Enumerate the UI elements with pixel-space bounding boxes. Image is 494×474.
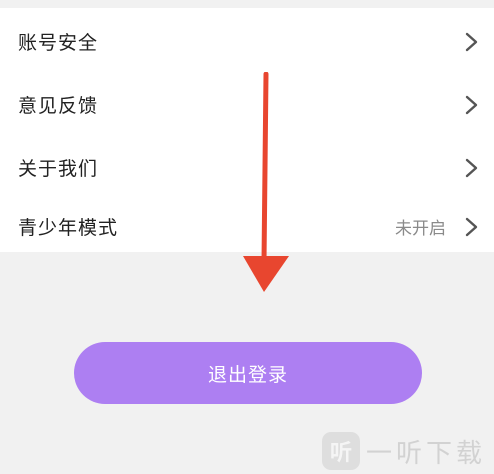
chevron-right-icon (465, 217, 478, 236)
settings-item-label: 意见反馈 (18, 95, 99, 117)
watermark: 听 一听下载 (321, 432, 486, 470)
chevron-right-icon (465, 32, 478, 51)
logout-button[interactable]: 退出登录 (74, 342, 422, 404)
teen-mode-status: 未开启 (395, 219, 446, 239)
settings-item-label: 青少年模式 (18, 217, 119, 239)
top-spacer (0, 0, 494, 8)
settings-item-label: 账号安全 (18, 32, 99, 54)
settings-item-about-us[interactable]: 关于我们 (0, 137, 494, 198)
settings-list: 账号安全 意见反馈 关于我们 青少年模式 未开启 (0, 8, 494, 252)
settings-item-feedback[interactable]: 意见反馈 (0, 74, 494, 135)
settings-item-label: 关于我们 (18, 158, 99, 180)
logout-area: 退出登录 (74, 342, 422, 404)
settings-item-account-security[interactable]: 账号安全 (0, 11, 494, 72)
chevron-right-icon (465, 95, 478, 114)
watermark-text: 一听下载 (365, 438, 486, 469)
settings-item-teen-mode[interactable]: 青少年模式 未开启 (0, 196, 494, 257)
watermark-logo: 听 (321, 432, 360, 470)
chevron-right-icon (465, 158, 478, 177)
